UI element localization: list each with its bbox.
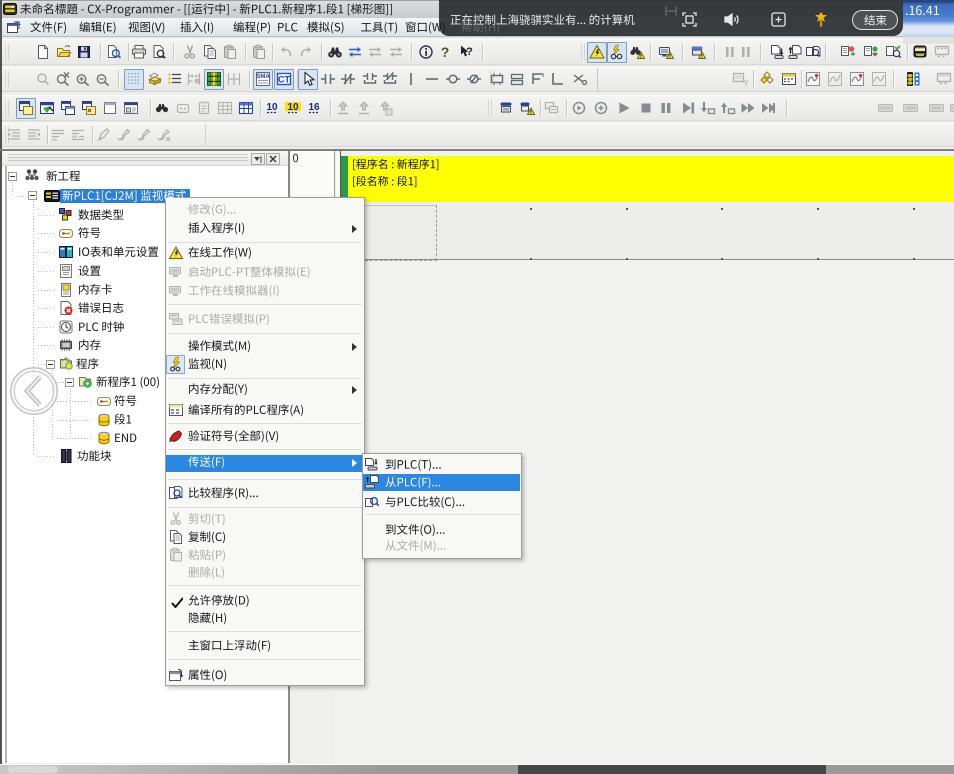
svg-text:10: 10	[287, 102, 299, 113]
svg-text:?: ?	[466, 46, 473, 58]
svg-text:10: 10	[266, 102, 278, 113]
svg-text:?: ?	[441, 44, 450, 60]
svg-text:16: 16	[308, 102, 320, 113]
svg-text:SMA: SMA	[256, 74, 270, 80]
svg-text:W: W	[744, 80, 748, 87]
svg-text:CT: CT	[278, 75, 290, 85]
